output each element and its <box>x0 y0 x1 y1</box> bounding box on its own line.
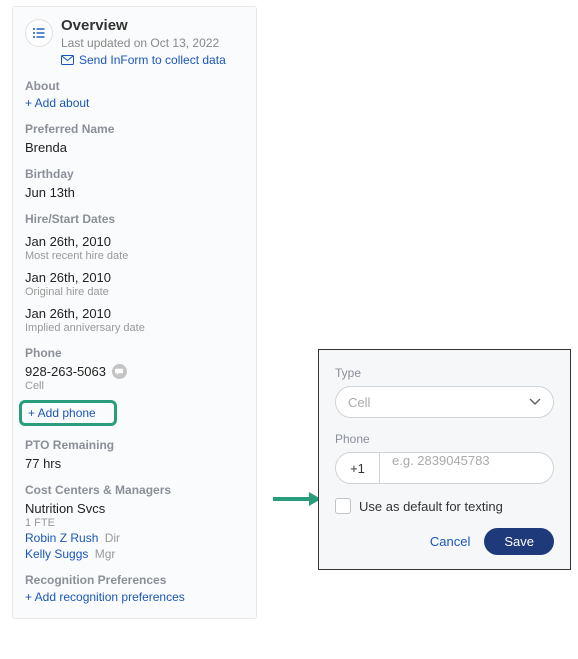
last-updated: Last updated on Oct 13, 2022 <box>61 36 244 50</box>
phone-label: Phone <box>25 346 244 360</box>
add-recognition-link[interactable]: + Add recognition preferences <box>25 590 244 604</box>
manager-role: Dir <box>105 531 120 545</box>
preferred-name-value: Brenda <box>25 140 244 155</box>
popup-actions: Cancel Save <box>335 528 554 555</box>
chevron-down-icon <box>529 398 541 406</box>
recognition-label: Recognition Preferences <box>25 573 244 587</box>
manager-link[interactable]: Kelly Suggs Mgr <box>25 547 244 561</box>
default-texting-checkbox[interactable] <box>335 498 351 514</box>
list-icon <box>25 19 53 47</box>
add-phone-highlight: + Add phone <box>19 400 117 426</box>
birthday-value: Jun 13th <box>25 185 244 200</box>
birthday-label: Birthday <box>25 167 244 181</box>
pto-label: PTO Remaining <box>25 438 244 452</box>
sms-badge-icon <box>112 364 127 379</box>
manager-name: Kelly Suggs <box>25 547 88 561</box>
overview-panel: Overview Last updated on Oct 13, 2022 Se… <box>12 6 257 619</box>
default-texting-row: Use as default for texting <box>335 498 554 514</box>
send-inform-link[interactable]: Send InForm to collect data <box>61 53 244 67</box>
hire-date-note: Most recent hire date <box>25 250 244 262</box>
hire-date-note: Original hire date <box>25 286 244 298</box>
preferred-name-label: Preferred Name <box>25 122 244 136</box>
add-phone-popup: Type Cell Phone +1 e.g. 2839045783 Use a… <box>318 349 571 570</box>
about-label: About <box>25 79 244 93</box>
phone-input-group: +1 e.g. 2839045783 <box>335 452 554 484</box>
mail-icon <box>61 55 74 66</box>
save-button[interactable]: Save <box>484 528 554 555</box>
cancel-button[interactable]: Cancel <box>430 534 470 549</box>
phone-field-label: Phone <box>335 432 554 446</box>
cost-centers-label: Cost Centers & Managers <box>25 483 244 497</box>
fte-value: 1 FTE <box>25 517 244 529</box>
manager-name: Robin Z Rush <box>25 531 98 545</box>
phone-input[interactable]: e.g. 2839045783 <box>380 453 553 483</box>
panel-header: Overview Last updated on Oct 13, 2022 Se… <box>25 17 244 67</box>
hire-date-note: Implied anniversary date <box>25 322 244 334</box>
phone-type: Cell <box>25 380 244 392</box>
hire-date-row: Jan 26th, 2010 Implied anniversary date <box>25 306 244 334</box>
country-code[interactable]: +1 <box>336 453 380 483</box>
pto-value: 77 hrs <box>25 456 244 471</box>
manager-link[interactable]: Robin Z Rush Dir <box>25 531 244 545</box>
dept-value: Nutrition Svcs <box>25 501 244 516</box>
arrow-icon <box>271 490 321 508</box>
type-select[interactable]: Cell <box>335 386 554 418</box>
default-texting-label: Use as default for texting <box>359 499 503 514</box>
type-select-value: Cell <box>348 395 370 410</box>
add-about-link[interactable]: + Add about <box>25 96 244 110</box>
phone-number: 928-263-5063 <box>25 364 106 379</box>
hire-date-value: Jan 26th, 2010 <box>25 270 244 285</box>
hire-date-value: Jan 26th, 2010 <box>25 234 244 249</box>
send-inform-label: Send InForm to collect data <box>79 53 226 67</box>
phone-row: 928-263-5063 <box>25 364 244 379</box>
manager-role: Mgr <box>95 547 116 561</box>
type-label: Type <box>335 366 554 380</box>
page-title: Overview <box>61 17 244 35</box>
hire-date-row: Jan 26th, 2010 Most recent hire date <box>25 234 244 262</box>
add-phone-link[interactable]: + Add phone <box>28 406 96 420</box>
hire-date-row: Jan 26th, 2010 Original hire date <box>25 270 244 298</box>
hire-date-value: Jan 26th, 2010 <box>25 306 244 321</box>
hire-dates-label: Hire/Start Dates <box>25 212 244 226</box>
